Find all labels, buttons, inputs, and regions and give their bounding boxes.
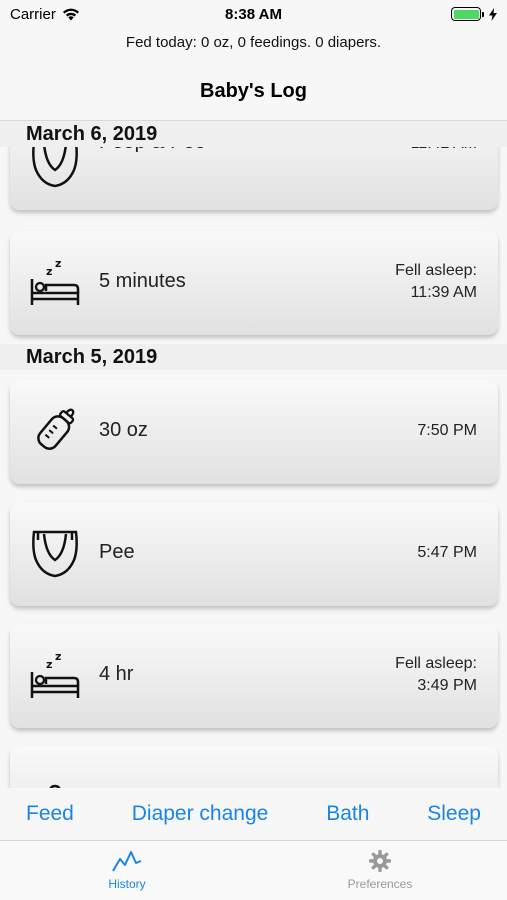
tab-history[interactable]: History — [67, 849, 187, 891]
time-caption: Fell asleep: — [395, 262, 477, 279]
tab-bar: History Preferences — [0, 840, 507, 900]
tab-preferences-label: Preferences — [347, 877, 413, 891]
log-entry-diaper-pee[interactable]: Pee 5:47 PM — [10, 502, 498, 606]
feed-button[interactable]: Feed — [26, 802, 74, 826]
daily-summary: Fed today: 0 oz, 0 feedings. 0 diapers. — [125, 34, 382, 51]
status-bar: Carrier 8:38 AM — [0, 0, 507, 28]
history-chart-icon — [112, 851, 142, 872]
tab-history-label: History — [108, 877, 146, 891]
section-header-march-6: March 6, 2019 — [0, 121, 507, 147]
bath-icon — [49, 784, 61, 788]
log-entry-label: Pee — [99, 541, 135, 563]
log-entry-label: 30 oz — [99, 419, 148, 441]
log-entry-time: Fell asleep: 11:39 AM — [395, 260, 477, 304]
carrier-label: Carrier — [10, 5, 56, 23]
status-right — [451, 7, 497, 21]
diaper-icon — [32, 530, 78, 578]
svg-text:z: z — [46, 658, 52, 671]
log-entry-partial[interactable] — [10, 746, 498, 788]
log-entry-sleep-4-hr[interactable]: z z 4 hr Fell asleep: 3:49 PM — [10, 624, 498, 728]
log-entry-label: 5 minutes — [99, 270, 186, 292]
bath-button[interactable]: Bath — [326, 802, 369, 826]
status-left: Carrier — [10, 6, 80, 23]
sleep-button[interactable]: Sleep — [427, 802, 481, 826]
wifi-icon — [62, 8, 79, 20]
log-entry-time: Fell asleep: 3:49 PM — [395, 653, 477, 697]
page-title: Baby's Log — [200, 80, 307, 102]
time-caption: Fell asleep: — [395, 655, 477, 672]
log-entry-time: 7:50 PM — [417, 422, 477, 439]
tab-preferences[interactable]: Preferences — [320, 849, 440, 891]
log-entry-feed-30oz[interactable]: 30 oz 7:50 PM — [10, 380, 498, 484]
sleep-bed-icon: z z — [30, 650, 80, 698]
svg-text:z: z — [55, 650, 61, 663]
log-entry-time: 5:47 PM — [417, 544, 477, 561]
section-header-march-5: March 5, 2019 — [0, 344, 507, 370]
time-value: 3:49 PM — [417, 677, 477, 694]
bottle-icon — [37, 408, 75, 450]
battery-icon — [451, 7, 484, 21]
log-entry-sleep-5-minutes[interactable]: z z 5 minutes Fell asleep: 11:39 AM — [10, 231, 498, 335]
log-list[interactable]: March 6, 2019 Poop & Pee 11:42 AM z z 5 … — [0, 121, 507, 788]
log-entry-label: 4 hr — [99, 663, 134, 685]
charging-bolt-icon — [489, 7, 497, 21]
time-value: 11:39 AM — [410, 284, 477, 301]
quick-action-bar: Feed Diaper change Bath Sleep — [0, 788, 507, 840]
svg-text:z: z — [46, 265, 52, 278]
svg-text:z: z — [55, 257, 61, 270]
diaper-change-button[interactable]: Diaper change — [132, 802, 269, 826]
sleep-bed-icon: z z — [30, 257, 80, 305]
gear-icon — [369, 850, 391, 872]
